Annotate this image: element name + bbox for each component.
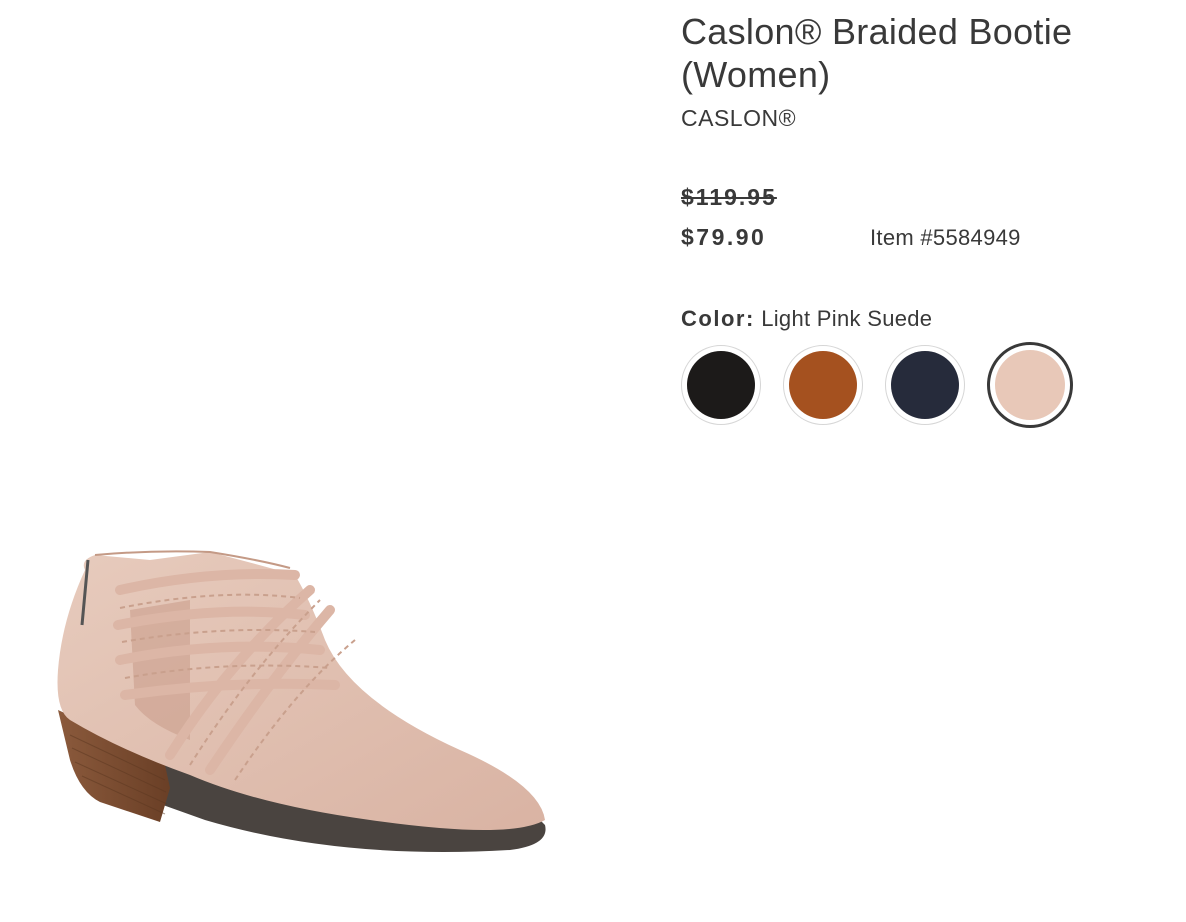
product-title: Caslon® Braided Bootie (Women): [681, 10, 1161, 96]
product-image[interactable]: [40, 530, 570, 890]
swatch-light-pink-suede[interactable]: [987, 342, 1073, 428]
product-details: Caslon® Braided Bootie (Women) CASLON® $…: [681, 10, 1161, 428]
original-price: $119.95: [681, 184, 777, 210]
sale-price: $79.90: [681, 224, 767, 250]
swatch-navy-fill: [891, 351, 959, 419]
price-block: $119.95 $79.90 Item #5584949: [681, 184, 1161, 251]
swatch-black-fill: [687, 351, 755, 419]
product-title-line1: Caslon® Braided Bootie: [681, 11, 1073, 52]
selected-color-name: Light Pink Suede: [761, 306, 933, 331]
color-label: Color:: [681, 306, 755, 331]
swatch-cognac-fill: [789, 351, 857, 419]
swatch-light-pink-suede-fill: [995, 350, 1065, 420]
item-number: Item #5584949: [870, 225, 1021, 250]
bootie-illustration: [57, 550, 546, 852]
product-title-line2: (Women): [681, 54, 831, 95]
brand-link[interactable]: CASLON®: [681, 104, 796, 132]
sale-row: $79.90 Item #5584949: [681, 224, 1161, 251]
swatch-navy[interactable]: [885, 345, 965, 425]
color-row: Color: Light Pink Suede: [681, 306, 1161, 332]
swatch-cognac[interactable]: [783, 345, 863, 425]
color-swatches: [681, 342, 1161, 428]
swatch-black[interactable]: [681, 345, 761, 425]
